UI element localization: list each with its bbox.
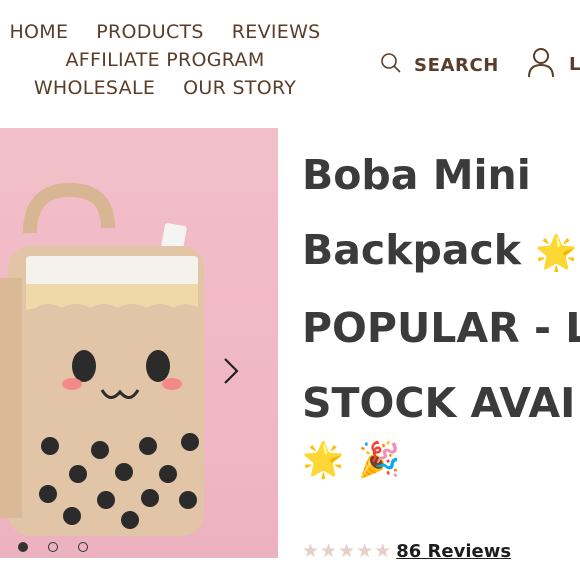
search-icon bbox=[380, 52, 402, 78]
search-button[interactable]: SEARCH bbox=[380, 52, 499, 78]
product-image bbox=[0, 182, 204, 536]
product-title-line-2: Backpack 🌟 bbox=[302, 226, 578, 274]
product-title-line-3: POPULAR - LI bbox=[302, 304, 580, 352]
star-icon: ★ bbox=[356, 540, 374, 562]
emoji-line: 🌟 🎉 bbox=[302, 440, 401, 480]
star-icon: ★ bbox=[320, 540, 338, 562]
product-rating: ★ ★ ★ ★ ★ 86 Reviews bbox=[302, 540, 511, 562]
star-icon: ★ bbox=[338, 540, 356, 562]
user-icon bbox=[527, 46, 555, 82]
star-emoji: 🌟 bbox=[535, 233, 578, 273]
star-icon: ★ bbox=[302, 540, 320, 562]
main-nav: HOME PRODUCTS REVIEWS AFFILIATE PROGRAM … bbox=[0, 18, 330, 102]
star-icon: ★ bbox=[374, 540, 392, 562]
nav-link-wholesale[interactable]: WHOLESALE bbox=[34, 77, 155, 99]
product-title: Boba Mini Backpack 🌟 POPULAR - LI STOCK … bbox=[302, 138, 580, 441]
search-label: SEARCH bbox=[414, 54, 499, 76]
party-popper-emoji: 🎉 bbox=[358, 440, 401, 480]
product-title-line-1: Boba Mini bbox=[302, 151, 531, 199]
nav-link-our-story[interactable]: OUR STORY bbox=[183, 77, 296, 99]
nav-row-1: HOME PRODUCTS REVIEWS bbox=[0, 18, 330, 46]
product-image-gallery bbox=[0, 128, 278, 558]
account-label: L bbox=[569, 53, 580, 75]
product-title-line-4: STOCK AVAI bbox=[302, 379, 576, 427]
slide-indicator bbox=[18, 542, 88, 552]
nav-link-affiliate-program[interactable]: AFFILIATE PROGRAM bbox=[65, 49, 264, 71]
nav-row-3: WHOLESALE OUR STORY bbox=[0, 74, 330, 102]
slide-dot-2[interactable] bbox=[48, 542, 58, 552]
next-slide-arrow-icon[interactable] bbox=[222, 356, 240, 390]
account-button[interactable]: L bbox=[527, 46, 580, 82]
nav-link-home[interactable]: HOME bbox=[9, 21, 68, 43]
nav-link-products[interactable]: PRODUCTS bbox=[96, 21, 203, 43]
slide-dot-1[interactable] bbox=[18, 542, 28, 552]
star-emoji-2: 🌟 bbox=[302, 440, 345, 480]
slide-dot-3[interactable] bbox=[78, 542, 88, 552]
reviews-link[interactable]: 86 Reviews bbox=[396, 541, 511, 562]
nav-row-2: AFFILIATE PROGRAM bbox=[0, 46, 330, 74]
nav-link-reviews[interactable]: REVIEWS bbox=[232, 21, 321, 43]
